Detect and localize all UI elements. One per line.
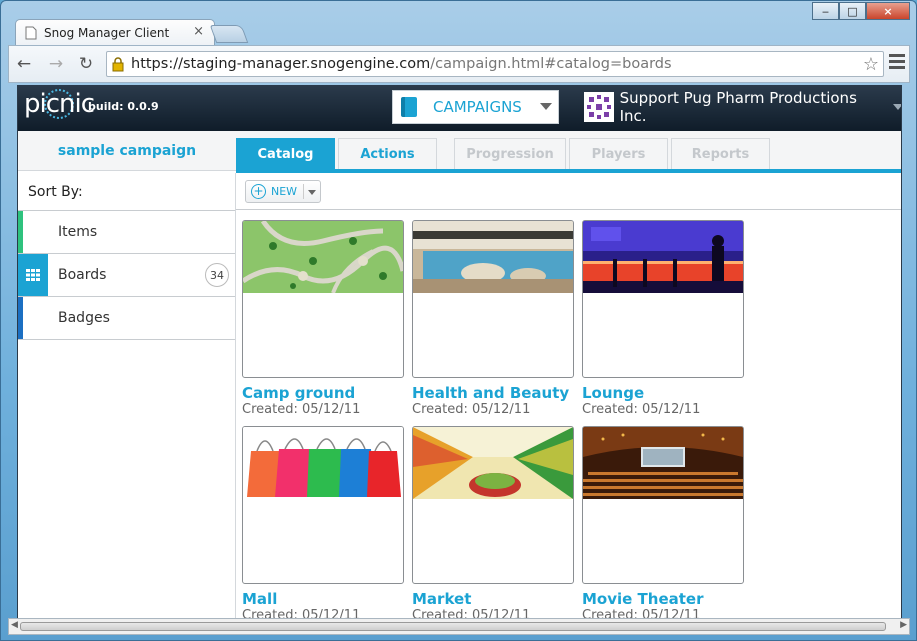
lounge-thumbnail <box>583 221 743 293</box>
card-created: Created: 05/12/11 <box>412 608 531 618</box>
sidebar: Sort By: Items Boards 34 Badges <box>18 173 236 618</box>
card-name[interactable]: Lounge <box>582 384 744 402</box>
build-label: build: 0.0.9 <box>88 100 159 113</box>
document-icon <box>24 26 38 40</box>
tab-progression[interactable]: Progression <box>454 138 566 169</box>
campaigns-dropdown[interactable]: CAMPAIGNS <box>392 90 559 124</box>
lock-warning-icon <box>111 56 125 72</box>
board-card[interactable]: Market Created: 05/12/11 <box>412 426 574 618</box>
organization-name: Support Pug Pharm Productions Inc. <box>619 89 857 125</box>
tab-catalog[interactable]: Catalog <box>236 138 335 169</box>
boards-count-badge: 34 <box>205 263 229 287</box>
theater-thumbnail <box>583 427 743 499</box>
board-card[interactable]: Health and Beauty Created: 05/12/11 <box>412 220 574 417</box>
card-created: Created: 05/12/11 <box>582 608 701 618</box>
close-window-button[interactable]: × <box>866 2 910 20</box>
card-created: Created: 05/12/11 <box>582 402 701 417</box>
forward-icon[interactable]: → <box>45 53 67 75</box>
reload-icon[interactable]: ↻ <box>75 53 97 75</box>
tab-reports[interactable]: Reports <box>671 138 770 169</box>
new-label: NEW <box>271 185 298 198</box>
card-frame <box>242 220 404 378</box>
items-stripe <box>18 211 23 253</box>
organization-logo-icon <box>584 92 614 122</box>
market-aisle-thumbnail <box>413 427 573 499</box>
title-bar: Snog Manager Client × ‒ □ × <box>1 1 916 45</box>
window-controls: ‒ □ × <box>812 2 910 20</box>
chevron-down-icon <box>893 104 901 110</box>
button-separator <box>303 184 304 199</box>
tab-title: Snog Manager Client <box>44 25 170 40</box>
sort-by-label: Sort By: <box>18 173 235 211</box>
card-frame <box>242 426 404 584</box>
catalog-content: + NEW Camp ground Created: 05/12/11 Heal… <box>236 173 901 618</box>
url-host: https://staging-manager.snogengine.com <box>131 56 431 72</box>
board-card[interactable]: Camp ground Created: 05/12/11 <box>242 220 404 417</box>
sidebar-item-boards[interactable]: Boards 34 <box>18 254 235 297</box>
picnic-logo: picnic <box>24 89 95 119</box>
campaign-name[interactable]: sample campaign <box>18 131 236 171</box>
back-icon[interactable]: ← <box>13 53 35 75</box>
browser-toolbar: ← → ↻ https://staging-manager.snogengine… <box>8 45 910 83</box>
bookmark-star-icon[interactable]: ☆ <box>863 54 879 75</box>
plus-circle-icon: + <box>251 184 266 199</box>
content-toolbar: + NEW <box>236 173 901 210</box>
tab-actions[interactable]: Actions <box>338 138 437 169</box>
map-thumbnail <box>243 221 403 294</box>
app-header: picnic build: 0.0.9 CAMPAIGNS Support Pu… <box>18 85 901 131</box>
card-name[interactable]: Market <box>412 590 574 608</box>
board-card[interactable]: Mall Created: 05/12/11 <box>242 426 404 618</box>
sidebar-item-label: Badges <box>58 310 110 326</box>
pool-thumbnail <box>413 221 573 293</box>
sidebar-item-label: Items <box>58 224 98 240</box>
card-created: Created: 05/12/11 <box>242 608 361 618</box>
menu-icon[interactable] <box>889 54 905 72</box>
card-name[interactable]: Mall <box>242 590 404 608</box>
tab-players[interactable]: Players <box>569 138 668 169</box>
sidebar-item-badges[interactable]: Badges <box>18 297 235 340</box>
card-frame <box>582 426 744 584</box>
card-frame <box>582 220 744 378</box>
tab-close-icon[interactable]: × <box>193 24 204 39</box>
board-card[interactable]: Movie Theater Created: 05/12/11 <box>582 426 744 618</box>
new-button[interactable]: + NEW <box>245 180 321 203</box>
scroll-left-icon[interactable]: ◀ <box>11 620 18 630</box>
book-icon <box>401 97 417 117</box>
new-tab-button[interactable] <box>209 25 249 43</box>
browser-window: Snog Manager Client × ‒ □ × ← → ↻ https:… <box>0 0 917 641</box>
campaigns-label: CAMPAIGNS <box>433 98 522 116</box>
sidebar-item-items[interactable]: Items <box>18 211 235 254</box>
url-path: /campaign.html#catalog=boards <box>430 56 672 72</box>
card-name[interactable]: Camp ground <box>242 384 404 402</box>
shopping-bags-thumbnail <box>243 427 403 499</box>
grid-icon <box>18 254 48 296</box>
card-created: Created: 05/12/11 <box>242 402 361 417</box>
card-name[interactable]: Health and Beauty <box>412 384 574 402</box>
browser-tab[interactable]: Snog Manager Client × <box>15 19 215 45</box>
horizontal-scrollbar[interactable]: ◀ ▶ <box>8 618 910 635</box>
badges-stripe <box>18 297 23 339</box>
sidebar-item-label: Boards <box>58 267 107 283</box>
chevron-down-icon <box>540 103 552 110</box>
scroll-right-icon[interactable]: ▶ <box>900 620 907 630</box>
maximize-button[interactable]: □ <box>839 2 866 20</box>
chevron-down-icon <box>308 190 316 195</box>
address-bar[interactable]: https://staging-manager.snogengine.com/c… <box>106 51 884 77</box>
minimize-button[interactable]: ‒ <box>812 2 839 20</box>
card-created: Created: 05/12/11 <box>412 402 531 417</box>
board-card[interactable]: Lounge Created: 05/12/11 <box>582 220 744 417</box>
app-viewport: picnic build: 0.0.9 CAMPAIGNS Support Pu… <box>17 85 902 618</box>
tab-bar: Catalog Actions Progression Players Repo… <box>236 131 901 173</box>
card-name[interactable]: Movie Theater <box>582 590 744 608</box>
organization-selector[interactable]: Support Pug Pharm Productions Inc. <box>584 89 901 125</box>
card-frame <box>412 426 574 584</box>
card-frame <box>412 220 574 378</box>
scrollbar-thumb[interactable] <box>20 622 886 631</box>
